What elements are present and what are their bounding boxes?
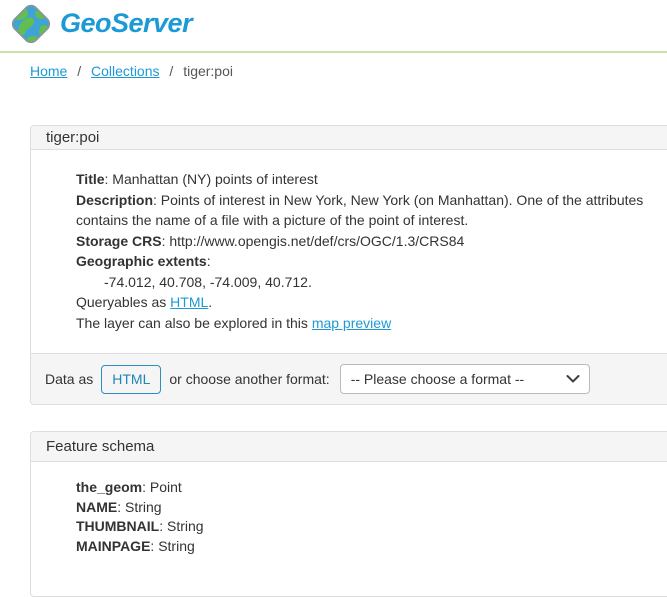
queryables-html-link[interactable]: HTML — [170, 294, 208, 310]
description-value: : Points of interest in New York, New Yo… — [76, 192, 643, 229]
title-value: : Manhattan (NY) points of interest — [105, 171, 318, 187]
attribute-type: : Point — [142, 479, 182, 495]
collection-panel-body: Title: Manhattan (NY) points of interest… — [31, 150, 667, 353]
or-choose-format-label: or choose another format: — [169, 371, 329, 387]
collection-title-line: Title: Manhattan (NY) points of interest — [76, 169, 667, 190]
feature-schema-body: the_geom: Point NAME: String THUMBNAIL: … — [31, 462, 667, 596]
geographic-extents-line: Geographic extents: — [76, 251, 667, 272]
breadcrumb-home-link[interactable]: Home — [30, 63, 67, 79]
geographic-extents-label: Geographic extents — [76, 253, 207, 269]
data-as-label: Data as — [45, 371, 93, 387]
queryables-prefix: Queryables as — [76, 294, 170, 310]
extent-coordinates: -74.012, 40.708, -74.009, 40.712. — [76, 272, 667, 293]
feature-schema-panel: Feature schema the_geom: Point NAME: Str… — [30, 431, 667, 597]
geographic-extents-colon: : — [207, 253, 211, 269]
attribute-name: THUMBNAIL — [76, 518, 159, 534]
breadcrumb-current: tiger:poi — [183, 63, 233, 79]
attribute-type: : String — [159, 518, 203, 534]
map-preview-link[interactable]: map preview — [312, 315, 391, 331]
geoserver-collection-page: { "header": { "logo_text": "GeoServer" }… — [0, 0, 667, 572]
schema-attribute-row: MAINPAGE: String — [76, 537, 667, 557]
storage-crs-line: Storage CRS: http://www.opengis.net/def/… — [76, 231, 667, 252]
schema-attribute-row: NAME: String — [76, 498, 667, 518]
map-preview-line: The layer can also be explored in this m… — [76, 313, 667, 334]
breadcrumb: Home / Collections / tiger:poi — [30, 63, 667, 79]
format-select[interactable]: -- Please choose a format -- — [340, 364, 590, 394]
feature-schema-header: Feature schema — [31, 432, 667, 462]
format-chooser-footer: Data as HTML or choose another format: -… — [31, 353, 667, 404]
map-preview-prefix: The layer can also be explored in this — [76, 315, 312, 331]
queryables-line: Queryables as HTML. — [76, 292, 667, 313]
collection-panel-header: tiger:poi — [31, 126, 667, 150]
attribute-type: : String — [150, 538, 194, 554]
attribute-name: NAME — [76, 499, 117, 515]
description-label: Description — [76, 192, 153, 208]
breadcrumb-collections-link[interactable]: Collections — [91, 63, 159, 79]
collection-panel: tiger:poi Title: Manhattan (NY) points o… — [30, 125, 667, 405]
site-header: GeoServer — [0, 0, 667, 53]
attribute-name: MAINPAGE — [76, 538, 150, 554]
format-select-wrap: -- Please choose a format -- — [340, 364, 590, 394]
attribute-name: the_geom — [76, 479, 142, 495]
storage-crs-label: Storage CRS — [76, 233, 162, 249]
geoserver-wordmark: GeoServer — [60, 8, 192, 43]
schema-attribute-row: THUMBNAIL: String — [76, 517, 667, 537]
collection-description-line: Description: Points of interest in New Y… — [76, 190, 667, 231]
geoserver-logo[interactable]: GeoServer — [8, 2, 192, 49]
storage-crs-value: : http://www.opengis.net/def/crs/OGC/1.3… — [162, 233, 465, 249]
data-as-html-button[interactable]: HTML — [101, 365, 161, 394]
title-label: Title — [76, 171, 105, 187]
queryables-suffix: . — [208, 294, 212, 310]
breadcrumb-separator: / — [169, 63, 173, 79]
attribute-type: : String — [117, 499, 161, 515]
geoserver-globe-icon — [8, 2, 54, 49]
breadcrumb-separator: / — [77, 63, 81, 79]
schema-attribute-row: the_geom: Point — [76, 478, 667, 498]
